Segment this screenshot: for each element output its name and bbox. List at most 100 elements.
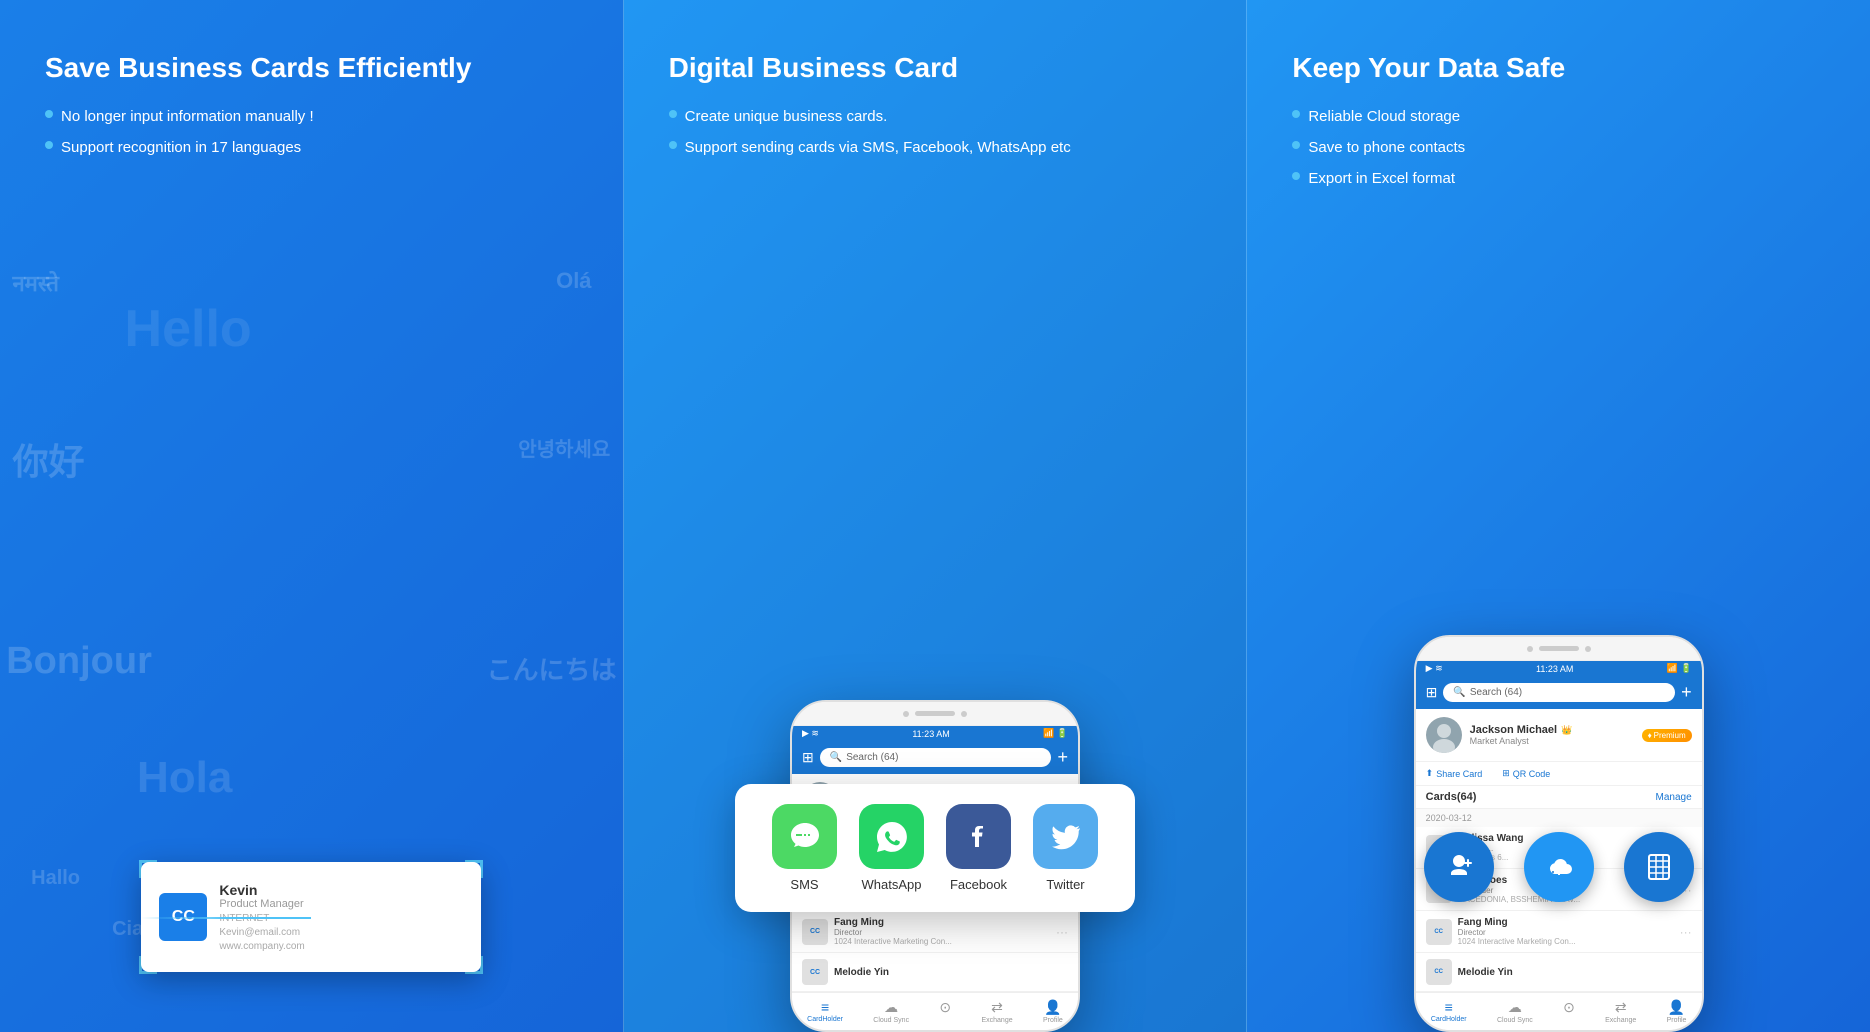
list-item-2[interactable]: CC Fang Ming Director 1024 Interactive M…: [792, 911, 1078, 953]
card-email: Kevin@email.com: [219, 927, 463, 938]
list-info-2: Fang Ming Director 1024 Interactive Mark…: [834, 917, 1050, 946]
sms-icon: [772, 804, 837, 869]
bg-word-hallo: Hallo: [31, 867, 80, 890]
share-app-twitter[interactable]: Twitter: [1033, 804, 1098, 892]
tab-cloud-sync-3[interactable]: ☁ Cloud Sync: [1489, 997, 1541, 1026]
cloud-icon-3: ☁: [1508, 999, 1522, 1016]
share-sheet: SMS WhatsApp Facebook T: [735, 784, 1135, 912]
cards-count: Cards(64): [1426, 791, 1477, 803]
twitter-icon: [1033, 804, 1098, 869]
contact-info-3: Jackson Michael 👑 Market Analyst: [1470, 724, 1634, 746]
bullet-icon: [1292, 110, 1300, 118]
phone-nav-3: ⊞ 🔍 Search (64) +: [1416, 676, 1702, 709]
bg-word-bonjour: Bonjour: [6, 640, 152, 683]
list-item-p3-3[interactable]: CC Fang Ming Director 1024 Interactive M…: [1416, 911, 1702, 953]
add-button-3[interactable]: +: [1681, 682, 1692, 703]
status-time: 11:23 AM: [912, 729, 949, 739]
panel-3-features: Reliable Cloud storage Save to phone con…: [1292, 106, 1825, 189]
share-app-facebook[interactable]: Facebook: [946, 804, 1011, 892]
manage-button[interactable]: Manage: [1656, 792, 1692, 803]
panel-1-features: No longer input information manually ! S…: [45, 106, 578, 158]
feature-item-4: Support sending cards via SMS, Facebook,…: [669, 137, 1202, 158]
camera-icon: ⊙: [939, 999, 951, 1016]
card-name: Kevin: [219, 882, 463, 898]
nav-grid-icon: ⊞: [802, 749, 814, 766]
contact-name-3: Jackson Michael 👑: [1470, 724, 1634, 736]
date-label-3: 2020-03-12: [1416, 809, 1702, 827]
facebook-icon: [946, 804, 1011, 869]
panel-2-title: Digital Business Card: [669, 50, 1202, 86]
bg-word-hello: Hello: [125, 299, 252, 359]
tab-profile-3[interactable]: 👤 Profile: [1659, 997, 1695, 1026]
qr-code-button-3[interactable]: ⊞ QR Code: [1502, 768, 1550, 779]
search-text: Search (64): [846, 752, 898, 763]
card-role: Product Manager: [219, 898, 463, 910]
list-avatar-3: CC: [802, 959, 828, 985]
tab-camera-3[interactable]: ⊙: [1555, 997, 1583, 1026]
tab-cloud-sync[interactable]: ☁ Cloud Sync: [865, 997, 917, 1026]
add-button[interactable]: +: [1057, 747, 1068, 768]
contact-avatar-3: [1426, 717, 1462, 753]
tab-exchange-3[interactable]: ⇄ Exchange: [1597, 997, 1644, 1026]
feature-item-7: Export in Excel format: [1292, 168, 1825, 189]
status-bar: ▶ ≋ 11:23 AM 📶 🔋: [792, 726, 1078, 741]
panel-data-safe: Keep Your Data Safe Reliable Cloud stora…: [1247, 0, 1870, 1032]
whatsapp-icon: [859, 804, 924, 869]
phone-nav: ⊞ 🔍 Search (64) +: [792, 741, 1078, 774]
list-dots-2: ···: [1056, 925, 1068, 939]
cloud-circle[interactable]: [1524, 832, 1594, 902]
contact-role-3: Market Analyst: [1470, 736, 1634, 746]
main-contact-card-3[interactable]: Jackson Michael 👑 Market Analyst ♦ Premi…: [1416, 709, 1702, 762]
tab-cardholder-3[interactable]: ≡ CardHolder: [1423, 997, 1475, 1026]
list-item-3[interactable]: CC Melodie Yin: [792, 953, 1078, 992]
cloud-icon: ☁: [884, 999, 898, 1016]
list-info-p3-4: Melodie Yin: [1458, 967, 1692, 978]
notch-dot-3: [1527, 646, 1533, 652]
feature-item-3: Create unique business cards.: [669, 106, 1202, 127]
search-bar[interactable]: 🔍 Search (64): [820, 748, 1052, 767]
notch-dot: [903, 711, 909, 717]
camera-icon-3: ⊙: [1563, 999, 1575, 1016]
excel-circle[interactable]: [1624, 832, 1694, 902]
phone-notch: [792, 702, 1078, 726]
list-item-p3-4[interactable]: CC Melodie Yin: [1416, 953, 1702, 992]
whatsapp-label: WhatsApp: [862, 877, 922, 892]
nav-grid-icon-3: ⊞: [1426, 684, 1438, 701]
bg-word-ola: Olá: [556, 268, 591, 294]
share-app-sms[interactable]: SMS: [772, 804, 837, 892]
tab-cardholder[interactable]: ≡ CardHolder: [799, 997, 851, 1026]
panel-2-features: Create unique business cards. Support se…: [669, 106, 1202, 158]
search-bar-3[interactable]: 🔍 Search (64): [1443, 683, 1675, 702]
cardholder-icon-3: ≡: [1445, 999, 1453, 1015]
tab-profile[interactable]: 👤 Profile: [1035, 997, 1071, 1026]
twitter-label: Twitter: [1046, 877, 1084, 892]
cardholder-icon: ≡: [821, 999, 829, 1015]
bg-word-annyeong: 안녕하세요: [518, 433, 610, 462]
search-text-3: Search (64): [1470, 687, 1522, 698]
profile-icon-3: 👤: [1668, 999, 1685, 1016]
notch-speaker-3: [1539, 646, 1579, 651]
tab-exchange[interactable]: ⇄ Exchange: [973, 997, 1020, 1026]
status-battery-3: 📶 🔋: [1667, 663, 1692, 674]
exchange-icon: ⇄: [991, 999, 1003, 1016]
contacts-circle[interactable]: [1424, 832, 1494, 902]
feature-item-6: Save to phone contacts: [1292, 137, 1825, 158]
notch-dot-4: [1585, 646, 1591, 652]
list-info-p3-3: Fang Ming Director 1024 Interactive Mark…: [1458, 917, 1674, 946]
tab-bar-3: ≡ CardHolder ☁ Cloud Sync ⊙ ⇄ Exchange 👤: [1416, 992, 1702, 1030]
panel-3-title: Keep Your Data Safe: [1292, 50, 1825, 86]
share-app-whatsapp[interactable]: WhatsApp: [859, 804, 924, 892]
search-icon-3: 🔍: [1453, 687, 1465, 698]
status-icons: ▶ ≋: [802, 728, 819, 739]
profile-icon: 👤: [1044, 999, 1061, 1016]
share-icon-small-3: ⬆: [1426, 768, 1434, 779]
scan-frame: CC Kevin Product Manager INTERNET Kevin@…: [141, 862, 481, 972]
share-actions-row-3: ⬆ Share Card ⊞ QR Code: [1416, 762, 1702, 786]
status-icons-3: ▶ ≋: [1426, 663, 1443, 674]
tab-camera[interactable]: ⊙: [931, 997, 959, 1026]
crown-icon-3: 👑: [1561, 725, 1572, 736]
bg-word-konnichiwa: こんにちは: [486, 650, 616, 687]
share-card-button-3[interactable]: ⬆ Share Card: [1426, 768, 1483, 779]
bullet-icon: [1292, 172, 1300, 180]
premium-badge-3: ♦ Premium: [1642, 729, 1692, 742]
